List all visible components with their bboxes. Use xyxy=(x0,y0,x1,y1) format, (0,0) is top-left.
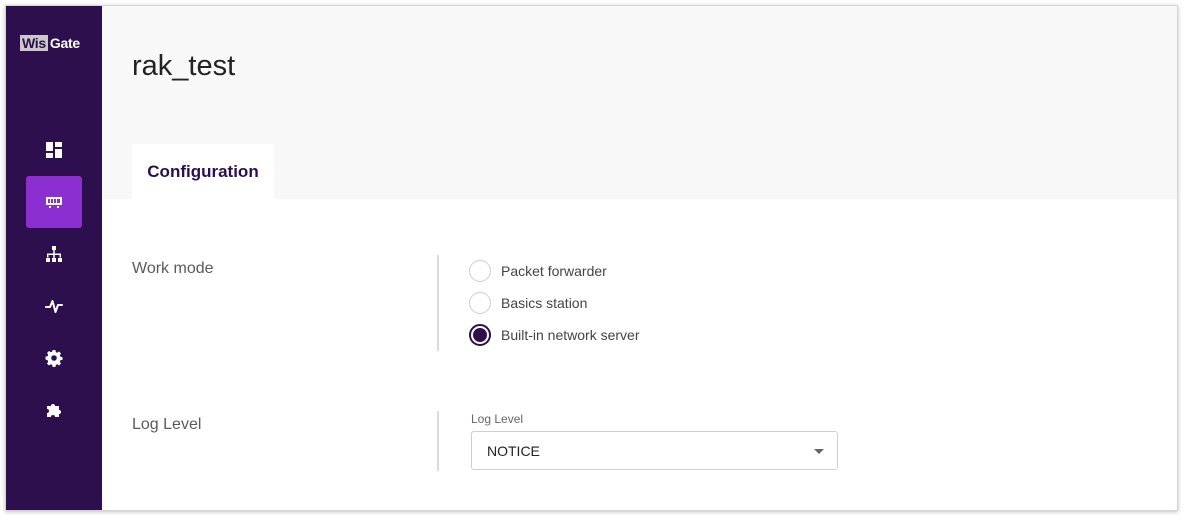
radio-label: Packet forwarder xyxy=(501,263,607,279)
radio-circle[interactable] xyxy=(469,260,491,282)
radio-circle[interactable] xyxy=(469,324,491,346)
puzzle-icon xyxy=(47,404,61,417)
log-level-value: NOTICE xyxy=(487,443,540,459)
radio-basics-station[interactable]: Basics station xyxy=(469,292,587,314)
sidebar: Wis Gate xyxy=(6,6,102,510)
caret-down-icon xyxy=(814,449,824,454)
logo-text: Gate xyxy=(49,35,80,51)
gateway-icon xyxy=(46,197,62,208)
logo: Wis Gate xyxy=(20,35,80,51)
log-level-select[interactable]: NOTICE xyxy=(471,431,838,470)
pulse-icon xyxy=(45,300,63,313)
log-level-label: Log Level xyxy=(132,416,202,433)
radio-packet-forwarder[interactable]: Packet forwarder xyxy=(469,260,607,282)
sidebar-item-settings[interactable] xyxy=(26,332,82,384)
sidebar-item-monitor[interactable] xyxy=(26,280,82,332)
tab-label: Configuration xyxy=(147,162,259,181)
divider xyxy=(437,411,439,471)
work-mode-label: Work mode xyxy=(132,260,214,277)
radio-built-in-network-server[interactable]: Built-in network server xyxy=(469,324,640,346)
page-header: rak_test Configuration xyxy=(102,6,1177,200)
sidebar-item-dashboard[interactable] xyxy=(26,124,82,176)
dashboard-icon xyxy=(46,142,62,158)
radio-circle[interactable] xyxy=(469,292,491,314)
sidebar-item-network[interactable] xyxy=(26,228,82,280)
radio-label: Basics station xyxy=(501,295,588,311)
app-window: Wis Gate rak_test Configuration Work mod… xyxy=(5,5,1178,511)
tab-configuration[interactable]: Configuration xyxy=(132,144,274,200)
log-level-select-caption: Log Level xyxy=(471,412,524,426)
page-title: rak_test xyxy=(132,50,236,82)
radio-dot xyxy=(473,328,487,342)
logo-box-text: Wis xyxy=(20,35,48,51)
divider xyxy=(437,255,439,351)
sidebar-item-gateway[interactable] xyxy=(26,176,82,228)
sidebar-item-extensions[interactable] xyxy=(26,384,82,436)
network-icon xyxy=(46,246,62,262)
radio-label: Built-in network server xyxy=(501,327,640,343)
gear-icon xyxy=(45,350,63,367)
